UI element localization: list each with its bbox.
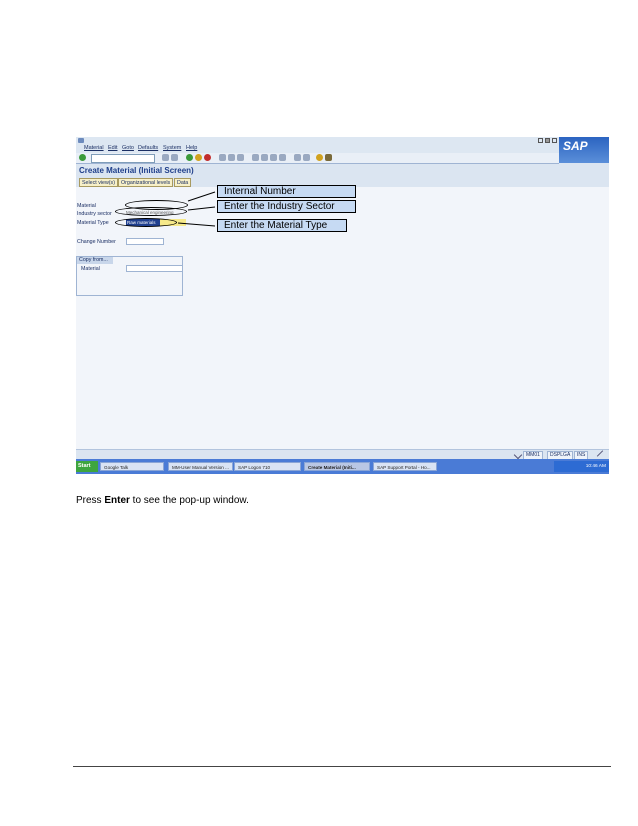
instruction-after: to see the pop-up window. xyxy=(129,495,249,506)
arrow-material-type xyxy=(177,222,216,227)
footer-rule xyxy=(73,766,611,767)
instruction-key: Enter xyxy=(104,495,130,506)
instruction-before: Press xyxy=(76,495,105,506)
callout-internal-number: Internal Number xyxy=(217,185,356,198)
arrow-industry-sector xyxy=(187,206,216,211)
callout-arrows xyxy=(177,191,216,227)
instruction-text: Press Enter to see the pop-up window. xyxy=(76,495,249,506)
callout-material-type: Enter the Material Type xyxy=(217,219,347,232)
callout-industry-sector: Enter the Industry Sector xyxy=(217,200,356,213)
arrow-internal-number xyxy=(187,191,216,202)
